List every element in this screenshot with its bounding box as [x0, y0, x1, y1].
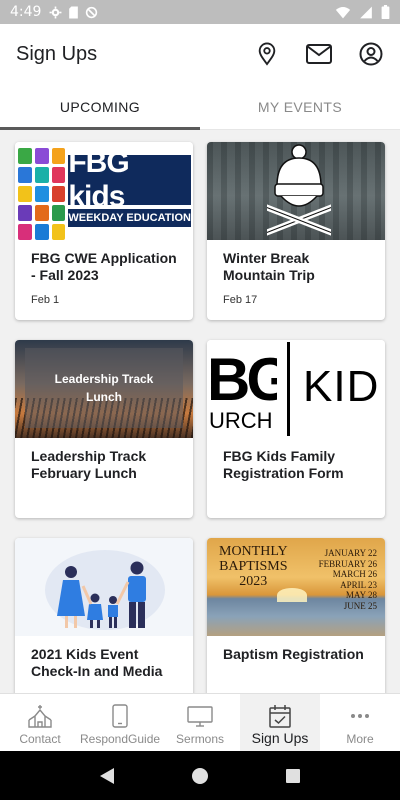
- event-date: [15, 680, 193, 690]
- nav-label: RespondGuide: [79, 732, 161, 746]
- event-image-family-illustration: [15, 538, 193, 636]
- event-image-fbg-kids-weekday: FBG kids WEEKDAY EDUCATION: [15, 142, 193, 240]
- wifi-icon: [335, 6, 351, 18]
- nav-label: More: [346, 732, 374, 746]
- event-card-leadership-lunch[interactable]: Leadership Track Lunch Leadership Track …: [15, 340, 193, 518]
- event-title: Leadership Track February Lunch: [31, 448, 147, 481]
- tab-bar: UPCOMING MY EVENTS: [0, 84, 400, 130]
- messages-button[interactable]: [306, 41, 332, 67]
- location-button[interactable]: [254, 41, 280, 67]
- home-button[interactable]: [185, 761, 215, 791]
- event-date: [207, 482, 385, 492]
- event-image-leadership-lunch: Leadership Track Lunch: [15, 340, 193, 438]
- event-card-cwe-application[interactable]: FBG kids WEEKDAY EDUCATION FBG CWE Appli…: [15, 142, 193, 320]
- recents-square-icon: [286, 768, 301, 783]
- more-dots-icon: [351, 714, 369, 718]
- nav-label: Contact: [19, 732, 61, 746]
- event-image-fbg-kids-church: BG URCH KID: [207, 340, 385, 438]
- events-grid-container[interactable]: FBG kids WEEKDAY EDUCATION FBG CWE Appli…: [0, 130, 400, 693]
- logo-left-text: BG: [207, 350, 277, 410]
- baptism-date: MAY 28: [345, 590, 377, 600]
- church-icon: [28, 705, 52, 728]
- event-title: FBG CWE Application - Fall 2023: [31, 250, 177, 283]
- baptisms-heading-line-1: MONTHLY: [219, 544, 288, 559]
- event-card-winter-break-trip[interactable]: Winter Break Mountain Trip Regis… Feb 17: [207, 142, 385, 320]
- nav-label: Sermons: [176, 732, 225, 746]
- fbg-kids-logo: FBG kids: [68, 146, 191, 213]
- baptisms-heading-line-3: 2023: [239, 574, 268, 589]
- baptisms-heading: MONTHLY BAPTISMS 2023: [219, 544, 288, 589]
- calendar-check-icon: [269, 705, 291, 728]
- logo-divider: [287, 342, 290, 436]
- baptism-date: APRIL 23: [340, 579, 377, 590]
- status-time: 4:49: [10, 4, 42, 20]
- event-date: Feb 1: [31, 294, 60, 306]
- event-card-baptism-registration[interactable]: MONTHLY BAPTISMS 2023 JANUARY 22 FEBRUAR…: [207, 538, 385, 693]
- image-overlay-text: Leadership Track Lunch: [25, 348, 183, 428]
- recents-button[interactable]: [278, 761, 308, 791]
- home-circle-icon: [191, 767, 208, 784]
- event-date: [207, 663, 385, 673]
- event-card-kids-checkin[interactable]: 2021 Kids Event Check-In and Media …: [15, 538, 193, 693]
- page-title: Sign Ups: [16, 42, 98, 65]
- overlay-line-2: Lunch: [86, 390, 122, 404]
- back-triangle-icon: [99, 767, 114, 784]
- nav-more[interactable]: More: [320, 694, 400, 751]
- family-illustration: [57, 561, 146, 628]
- event-image-mountain-trip: [207, 142, 385, 240]
- event-image-monthly-baptisms: MONTHLY BAPTISMS 2023 JANUARY 22 FEBRUAR…: [207, 538, 385, 636]
- sd-card-icon: [69, 6, 79, 18]
- nav-respondguide[interactable]: RespondGuide: [80, 694, 160, 751]
- status-bar: 4:49: [0, 0, 400, 24]
- mail-icon: [306, 44, 332, 64]
- event-title: Baptism Registration: [223, 646, 364, 662]
- phone-icon: [112, 704, 128, 728]
- app-tiles-graphic: [15, 142, 68, 240]
- logo-bottom-text: URCH: [209, 408, 273, 433]
- profile-button[interactable]: [358, 41, 384, 67]
- baptism-date: JANUARY 22: [324, 548, 377, 558]
- nav-sign-ups[interactable]: Sign Ups: [240, 694, 321, 751]
- overlay-line-1: Leadership Track: [54, 372, 154, 386]
- baptisms-heading-line-2: BAPTISMS: [219, 559, 288, 574]
- baptism-date: FEBRUARY 26: [318, 558, 377, 569]
- event-title: Winter Break Mountain Trip Regis…: [223, 250, 315, 283]
- signal-icon: [360, 6, 372, 18]
- event-title: 2021 Kids Event Check-In and Media …: [31, 646, 163, 679]
- location-pin-icon: [258, 42, 276, 66]
- event-date: [15, 482, 193, 492]
- data-saver-icon: [86, 6, 98, 18]
- system-navigation-bar: [0, 751, 400, 800]
- nav-sermons[interactable]: Sermons: [160, 694, 240, 751]
- back-button[interactable]: [92, 761, 122, 791]
- baptism-date: MARCH 26: [332, 569, 377, 579]
- monitor-icon: [187, 706, 213, 727]
- beanie-skis-graphic: [267, 144, 331, 236]
- logo-right-text: KID: [303, 362, 380, 411]
- settings-icon: [49, 6, 62, 18]
- tab-my-events[interactable]: MY EVENTS: [200, 84, 400, 129]
- nav-label: Sign Ups: [251, 730, 309, 746]
- weekday-education-banner: WEEKDAY EDUCATION: [68, 209, 191, 227]
- events-grid: FBG kids WEEKDAY EDUCATION FBG CWE Appli…: [15, 142, 385, 693]
- bottom-navigation: Contact RespondGuide Sermons Sign Ups Mo…: [0, 693, 400, 751]
- account-icon: [359, 42, 383, 66]
- event-date: Feb 17: [223, 294, 258, 306]
- nav-contact[interactable]: Contact: [0, 694, 80, 751]
- baptism-dates-list: JANUARY 22 FEBRUARY 26 MARCH 26 APRIL 23…: [319, 548, 377, 611]
- battery-icon: [381, 5, 390, 19]
- event-title: FBG Kids Family Registration Form: [223, 448, 344, 481]
- app-header: Sign Ups: [0, 24, 400, 84]
- tab-upcoming[interactable]: UPCOMING: [0, 84, 200, 130]
- baptism-date: JUNE 25: [343, 600, 377, 611]
- event-card-kids-registration[interactable]: BG URCH KID FBG Kids Family Registration…: [207, 340, 385, 518]
